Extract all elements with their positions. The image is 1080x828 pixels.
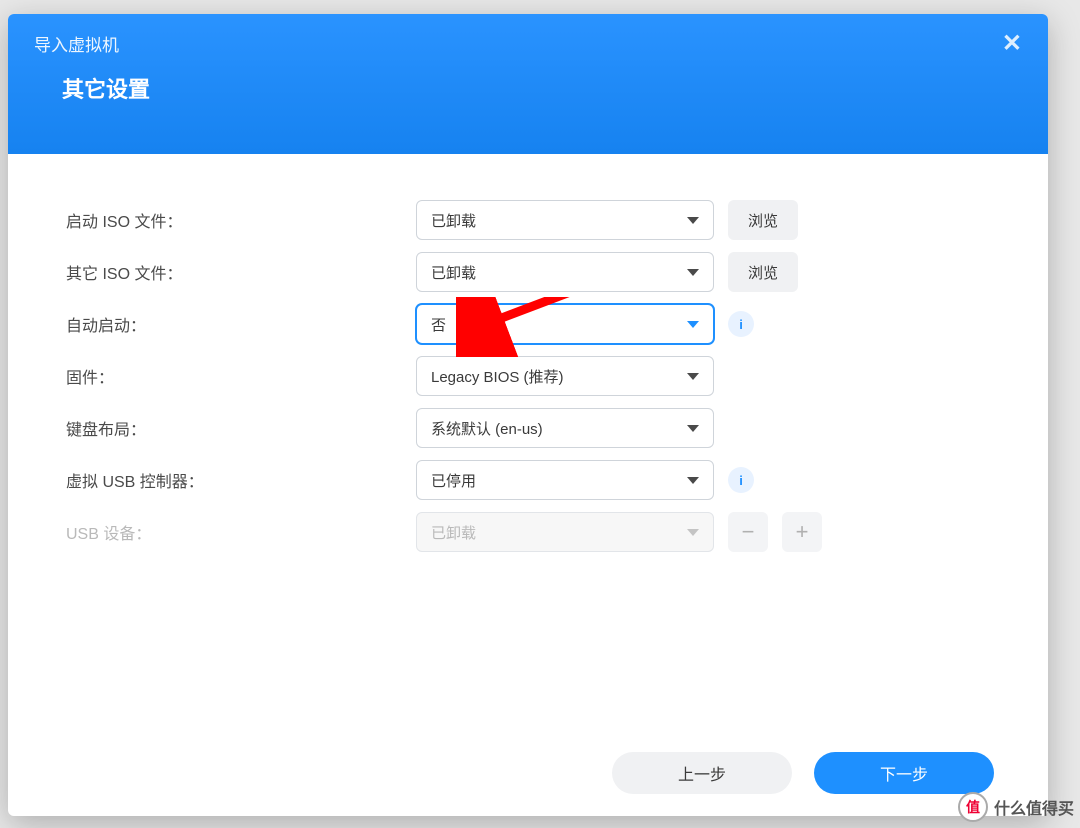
chevron-down-icon [687,529,699,536]
row-other-iso: 其它 ISO 文件： 已卸载 浏览 [66,246,990,298]
watermark-text: 什么值得买 [994,795,1074,819]
select-other-iso-value: 已卸载 [431,262,476,283]
select-usb-controller[interactable]: 已停用 [416,460,714,500]
label-other-iso: 其它 ISO 文件： [66,260,416,284]
modal-footer: 上一步 下一步 [612,752,994,794]
select-firmware-value: Legacy BIOS (推荐) [431,366,564,387]
watermark-badge: 值 [958,792,988,822]
label-usb-device: USB 设备： [66,520,416,544]
row-usb-device: USB 设备： 已卸载 − + [66,506,990,558]
next-button[interactable]: 下一步 [814,752,994,794]
browse-boot-iso-button[interactable]: 浏览 [728,200,798,240]
remove-usb-button: − [728,512,768,552]
label-firmware: 固件： [66,364,416,388]
row-usb-controller: 虚拟 USB 控制器： 已停用 i [66,454,990,506]
row-firmware: 固件： Legacy BIOS (推荐) [66,350,990,402]
select-usb-device: 已卸载 [416,512,714,552]
select-usb-device-value: 已卸载 [431,522,476,543]
select-firmware[interactable]: Legacy BIOS (推荐) [416,356,714,396]
close-icon[interactable]: ✕ [1002,29,1022,58]
select-autostart-value: 否 [431,314,446,335]
select-boot-iso[interactable]: 已卸载 [416,200,714,240]
label-usb-controller: 虚拟 USB 控制器： [66,468,416,492]
select-keyboard-value: 系统默认 (en-us) [431,418,543,439]
modal-body: 启动 ISO 文件： 已卸载 浏览 其它 ISO 文件： 已卸载 浏览 自动启动… [8,154,1048,578]
row-autostart: 自动启动： 否 i [66,298,990,350]
select-usb-controller-value: 已停用 [431,470,476,491]
row-keyboard: 键盘布局： 系统默认 (en-us) [66,402,990,454]
add-usb-button: + [782,512,822,552]
modal-header: 导入虚拟机 ✕ 其它设置 [8,14,1048,154]
chevron-down-icon [687,425,699,432]
label-boot-iso: 启动 ISO 文件： [66,208,416,232]
chevron-down-icon [687,269,699,276]
chevron-down-icon [687,217,699,224]
select-autostart[interactable]: 否 [416,304,714,344]
info-icon[interactable]: i [728,467,754,493]
modal-subtitle: 其它设置 [34,72,1022,104]
row-boot-iso: 启动 ISO 文件： 已卸载 浏览 [66,194,990,246]
prev-button[interactable]: 上一步 [612,752,792,794]
import-vm-modal: 导入虚拟机 ✕ 其它设置 启动 ISO 文件： 已卸载 浏览 其它 ISO 文件… [8,14,1048,816]
chevron-down-icon [687,321,699,328]
watermark: 值 什么值得买 [958,792,1074,822]
chevron-down-icon [687,477,699,484]
chevron-down-icon [687,373,699,380]
browse-other-iso-button[interactable]: 浏览 [728,252,798,292]
modal-title: 导入虚拟机 [34,31,119,56]
select-other-iso[interactable]: 已卸载 [416,252,714,292]
label-autostart: 自动启动： [66,312,416,336]
select-boot-iso-value: 已卸载 [431,210,476,231]
select-keyboard[interactable]: 系统默认 (en-us) [416,408,714,448]
info-icon[interactable]: i [728,311,754,337]
label-keyboard: 键盘布局： [66,416,416,440]
